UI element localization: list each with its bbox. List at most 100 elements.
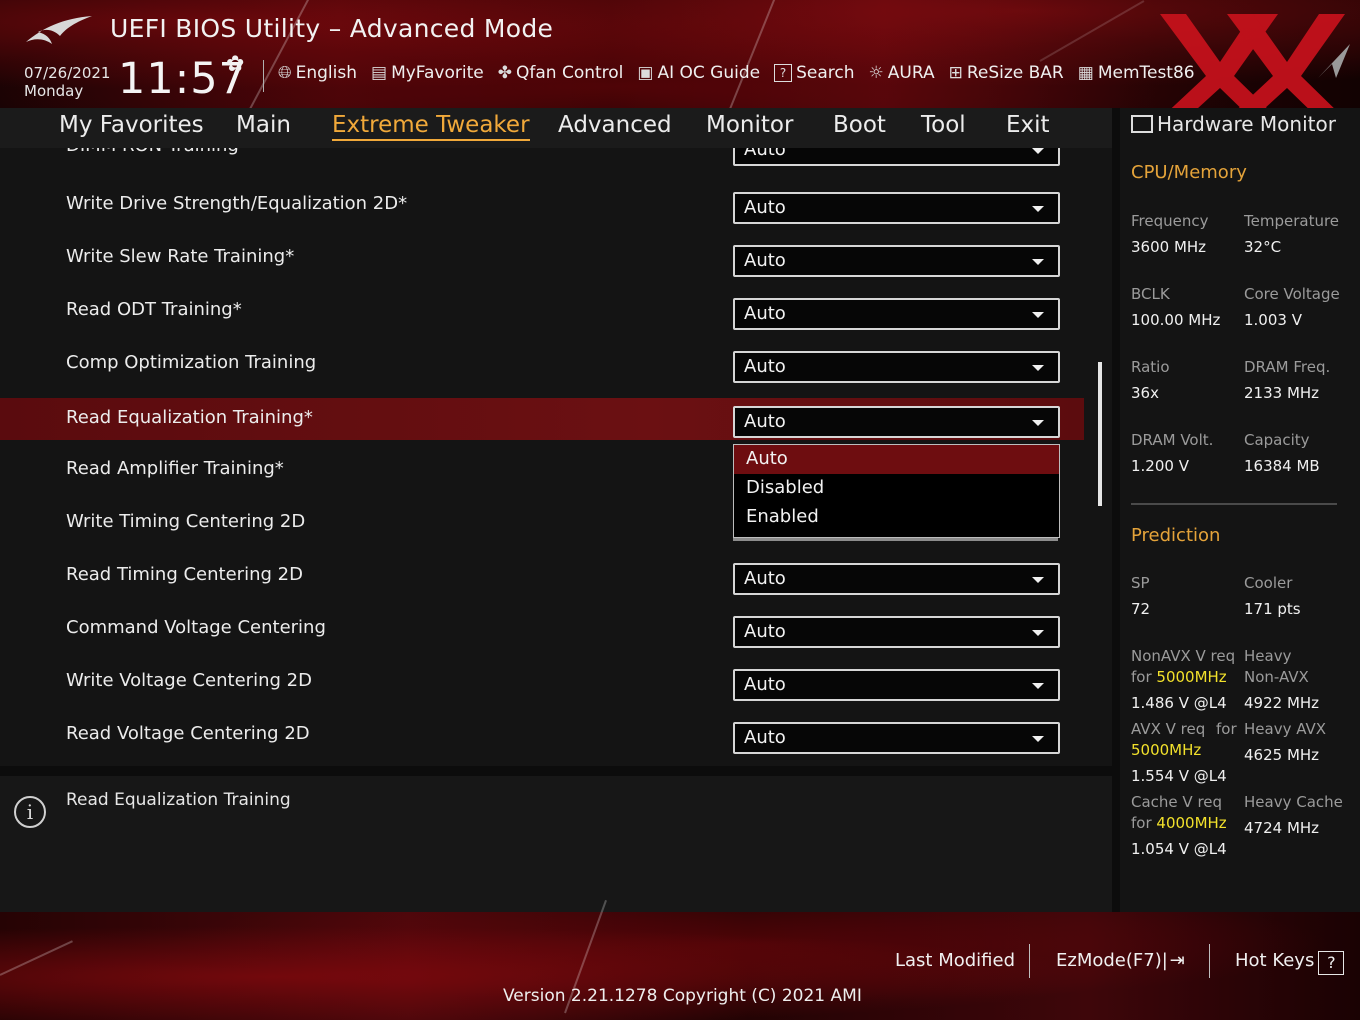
resize-bar-button[interactable]: ⊞ ReSize BAR: [949, 63, 1064, 83]
monitor-icon: [1131, 115, 1153, 133]
chevron-down-icon: [1032, 148, 1044, 154]
setting-label: Write Voltage Centering 2D: [66, 670, 312, 691]
tab-my-favorites[interactable]: My Favorites: [59, 112, 204, 138]
aura-button[interactable]: ☼ AURA: [869, 63, 935, 83]
prediction-heading: Prediction: [1131, 525, 1221, 546]
option-label: Enabled: [746, 506, 819, 527]
tab-boot[interactable]: Boot: [833, 112, 886, 138]
ezmode-label: EzMode(F7)|: [1056, 950, 1168, 971]
day-text: Monday: [24, 82, 84, 100]
version-text: Version 2.21.1278 Copyright (C) 2021 AMI: [503, 986, 862, 1006]
rog-logo-icon: [26, 16, 92, 44]
ezmode-button[interactable]: EzMode(F7)| ⇥: [1056, 950, 1185, 971]
search-label: Search: [796, 63, 855, 83]
setting-row[interactable]: Read Timing Centering 2D Auto: [0, 555, 1084, 597]
tab-extreme-tweaker[interactable]: Extreme Tweaker: [332, 112, 530, 141]
dropdown-menu: Auto Disabled Enabled: [733, 444, 1060, 538]
dropdown-option-auto[interactable]: Auto: [734, 445, 1059, 474]
option-label: Disabled: [746, 477, 825, 498]
settings-list: DIMM RON Training Auto Write Drive Stren…: [0, 148, 1112, 766]
frequency-value: 3600 MHz: [1131, 238, 1207, 256]
setting-row[interactable]: Command Voltage Centering Auto: [0, 608, 1084, 650]
setting-select[interactable]: Auto: [733, 616, 1060, 648]
setting-select[interactable]: Auto: [733, 148, 1060, 166]
capacity-label: Capacity: [1244, 431, 1310, 449]
setting-select[interactable]: Auto: [733, 192, 1060, 224]
select-value: Auto: [744, 303, 786, 324]
tab-advanced[interactable]: Advanced: [558, 112, 672, 138]
hot-keys-button[interactable]: Hot Keys?: [1235, 950, 1345, 975]
dropdown-option-disabled[interactable]: Disabled: [734, 474, 1059, 503]
footer-bar: Last Modified EzMode(F7)| ⇥ Hot Keys? Ver…: [0, 899, 1360, 1020]
qfan-control-button[interactable]: ✤ Qfan Control: [498, 63, 624, 83]
setting-select[interactable]: Auto: [733, 351, 1060, 383]
setting-row[interactable]: Write Drive Strength/Equalization 2D* Au…: [0, 184, 1084, 226]
cooler-value: 171 pts: [1244, 600, 1301, 618]
resize-bar-icon: ⊞: [948, 63, 963, 83]
setting-row-selected[interactable]: Read Equalization Training* Auto: [0, 398, 1084, 440]
ratio-value: 36x: [1131, 384, 1159, 402]
setting-label: Read ODT Training*: [66, 299, 242, 320]
tab-monitor[interactable]: Monitor: [706, 112, 793, 138]
gear-icon[interactable]: ✿: [226, 52, 244, 77]
info-icon: i: [14, 796, 46, 828]
setting-select[interactable]: Auto: [733, 669, 1060, 701]
chevron-down-icon: [1032, 577, 1044, 583]
setting-row[interactable]: Read Voltage Centering 2D Auto: [0, 714, 1084, 756]
search-button[interactable]: ? Search: [774, 63, 855, 83]
setting-select[interactable]: Auto: [733, 722, 1060, 754]
tab-exit[interactable]: Exit: [1006, 112, 1050, 138]
heavy-nonavx-label-2: Non-AVX: [1244, 668, 1309, 686]
dropdown-option-enabled[interactable]: Enabled: [734, 503, 1059, 532]
setting-label: Read Amplifier Training*: [66, 458, 284, 479]
footer-divider: [1029, 944, 1030, 978]
search-icon: ?: [774, 64, 793, 82]
hot-keys-label: Hot Keys: [1235, 950, 1315, 971]
dropdown-underlying-select: [733, 538, 1058, 541]
heavy-nonavx-label: Heavy: [1244, 647, 1292, 665]
tab-tool[interactable]: Tool: [921, 112, 966, 138]
setting-row[interactable]: Write Slew Rate Training* Auto: [0, 237, 1084, 279]
core-voltage-value: 1.003 V: [1244, 311, 1302, 329]
bclk-label: BCLK: [1131, 285, 1170, 303]
decor-slash: [0, 940, 73, 976]
aura-light-icon: ☼: [868, 63, 884, 83]
avx-vreq-value: 1.554 V @L4: [1131, 767, 1227, 785]
hardware-monitor-title: Hardware Monitor: [1131, 112, 1336, 136]
setting-select[interactable]: Auto: [733, 406, 1060, 438]
core-voltage-label: Core Voltage: [1244, 285, 1340, 303]
date-text: 07/26/2021: [24, 64, 111, 82]
setting-label: Write Drive Strength/Equalization 2D*: [66, 193, 408, 214]
setting-select[interactable]: Auto: [733, 563, 1060, 595]
setting-row-dimm-ron-training[interactable]: DIMM RON Training Auto: [0, 148, 1084, 168]
temperature-label: Temperature: [1244, 212, 1340, 230]
chevron-down-icon: [1032, 365, 1044, 371]
setting-label: Read Timing Centering 2D: [66, 564, 303, 585]
language-label: English: [295, 63, 357, 83]
decor-slash: [729, 0, 791, 110]
nonavx-vreq-label: NonAVX V req: [1131, 647, 1236, 665]
cooler-label: Cooler: [1244, 574, 1293, 592]
setting-row[interactable]: Comp Optimization Training Auto: [0, 343, 1084, 385]
resize-bar-label: ReSize BAR: [966, 63, 1064, 83]
setting-row[interactable]: Write Voltage Centering 2D Auto: [0, 661, 1084, 703]
help-question-icon: ?: [1318, 951, 1345, 975]
setting-label: Comp Optimization Training: [66, 352, 317, 373]
settings-scrollbar[interactable]: [1098, 362, 1102, 506]
ai-oc-guide-button[interactable]: ▣ AI OC Guide: [637, 63, 760, 83]
setting-label: Read Voltage Centering 2D: [66, 723, 310, 744]
ai-oc-guide-label: AI OC Guide: [657, 63, 761, 83]
myfavorite-button[interactable]: ▤ MyFavorite: [371, 63, 484, 83]
navigate-arrow-icon[interactable]: [1316, 40, 1352, 80]
nonavx-vreq-for: for 5000MHz: [1131, 668, 1227, 686]
tab-main[interactable]: Main: [236, 112, 291, 138]
select-value: Auto: [744, 250, 786, 271]
avx-vreq-for: for: [1216, 720, 1237, 738]
hardware-monitor-title-text: Hardware Monitor: [1157, 112, 1336, 136]
app-title: UEFI BIOS Utility – Advanced Mode: [110, 14, 554, 43]
setting-select[interactable]: Auto: [733, 298, 1060, 330]
setting-select[interactable]: Auto: [733, 245, 1060, 277]
last-modified-button[interactable]: Last Modified: [895, 950, 1015, 971]
language-button[interactable]: 🌐︎ English: [278, 63, 357, 83]
setting-row[interactable]: Read ODT Training* Auto: [0, 290, 1084, 332]
